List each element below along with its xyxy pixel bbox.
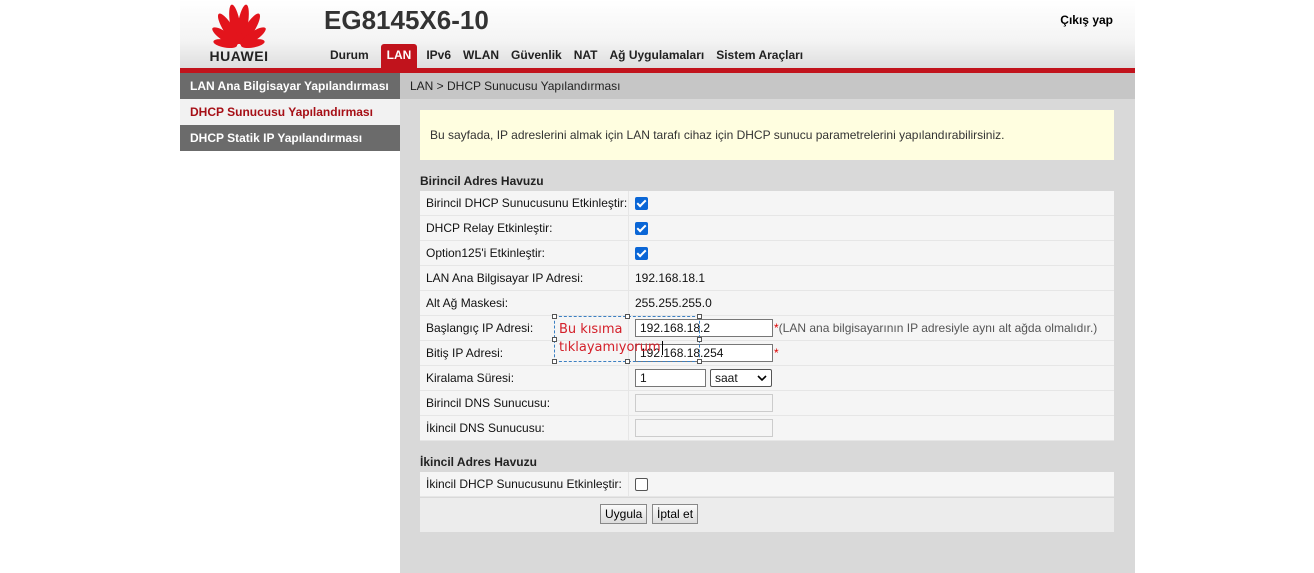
router-page: HUAWEI EG8145X6-10 Çıkış yap Durum LAN I… xyxy=(180,0,1135,573)
secondary-pool-title: İkincil Adres Havuzu xyxy=(420,455,537,469)
tab-ipv6[interactable]: IPv6 xyxy=(420,44,457,68)
relay-enable-label: DHCP Relay Etkinleştir: xyxy=(420,216,629,240)
primary-enable-label: Birincil DHCP Sunucusunu Etkinleştir: xyxy=(420,191,629,215)
resize-handle[interactable] xyxy=(552,314,557,319)
main-content: LAN > DHCP Sunucusu Yapılandırması Bu sa… xyxy=(400,73,1135,573)
tab-nat[interactable]: NAT xyxy=(568,44,604,68)
form-row: Kiralama Süresi: 1 saat xyxy=(420,366,1114,391)
tab-guvenlik[interactable]: Güvenlik xyxy=(505,44,568,68)
host-ip-value: 192.168.18.1 xyxy=(635,271,706,285)
host-ip-label: LAN Ana Bilgisayar IP Adresi: xyxy=(420,266,629,290)
resize-handle[interactable] xyxy=(697,359,702,364)
dns2-label: İkincil DNS Sunucusu: xyxy=(420,416,629,440)
secondary-enable-checkbox[interactable] xyxy=(635,477,648,491)
annotation-line-1: Bu kısıma xyxy=(559,322,623,337)
dns1-input[interactable] xyxy=(635,394,773,412)
sidebar: LAN Ana Bilgisayar Yapılandırması DHCP S… xyxy=(180,73,400,573)
logout-link[interactable]: Çıkış yap xyxy=(1060,13,1113,27)
annotation-textbox: Bu kısıma tıklayamıyorum xyxy=(552,314,702,364)
form-row: Bitiş IP Adresi: 192.168.18.254 * xyxy=(420,341,1114,366)
form-row: LAN Ana Bilgisayar IP Adresi: 192.168.18… xyxy=(420,266,1114,291)
required-star: * xyxy=(774,346,779,360)
option125-checkbox[interactable] xyxy=(635,246,648,260)
header: HUAWEI EG8145X6-10 Çıkış yap Durum LAN I… xyxy=(180,0,1135,68)
form-row: Birincil DHCP Sunucusunu Etkinleştir: xyxy=(420,191,1114,216)
cancel-button[interactable]: İptal et xyxy=(652,504,699,524)
lease-time-label: Kiralama Süresi: xyxy=(420,366,629,390)
start-ip-hint: (LAN ana bilgisayarının IP adresiyle ayn… xyxy=(778,321,1098,335)
lease-unit-value: saat xyxy=(715,371,738,385)
resize-handle[interactable] xyxy=(625,314,630,319)
tab-sistem-araclari[interactable]: Sistem Araçları xyxy=(710,44,809,68)
form-row: Alt Ağ Maskesi: 255.255.255.0 xyxy=(420,291,1114,316)
resize-handle[interactable] xyxy=(625,359,630,364)
form-row: DHCP Relay Etkinleştir: xyxy=(420,216,1114,241)
resize-handle[interactable] xyxy=(552,359,557,364)
huawei-logo: HUAWEI xyxy=(196,2,282,66)
tab-lan[interactable]: LAN xyxy=(380,44,418,68)
primary-pool-form: Birincil DHCP Sunucusunu Etkinleştir: DH… xyxy=(420,191,1114,441)
lease-time-input[interactable]: 1 xyxy=(635,369,706,387)
primary-pool-title: Birincil Adres Havuzu xyxy=(420,174,544,188)
tab-durum[interactable]: Durum xyxy=(324,44,375,68)
resize-handle[interactable] xyxy=(697,337,702,342)
resize-handle[interactable] xyxy=(552,337,557,342)
subnet-mask-value: 255.255.255.0 xyxy=(635,296,712,310)
form-row: İkincil DHCP Sunucusunu Etkinleştir: xyxy=(420,472,1114,497)
dns2-input[interactable] xyxy=(635,419,773,437)
apply-button[interactable]: Uygula xyxy=(600,504,648,524)
sidebar-item-lan-host[interactable]: LAN Ana Bilgisayar Yapılandırması xyxy=(180,73,400,99)
resize-handle[interactable] xyxy=(697,314,702,319)
relay-enable-checkbox[interactable] xyxy=(635,221,648,235)
breadcrumb: LAN > DHCP Sunucusu Yapılandırması xyxy=(400,73,1135,99)
form-row: İkincil DNS Sunucusu: xyxy=(420,416,1114,441)
form-row: Birincil DNS Sunucusu: xyxy=(420,391,1114,416)
tab-ag-uygulamalari[interactable]: Ağ Uygulamaları xyxy=(604,44,711,68)
tab-wlan[interactable]: WLAN xyxy=(457,44,505,68)
sidebar-item-dhcp-static[interactable]: DHCP Statik IP Yapılandırması xyxy=(180,125,400,151)
brand-text: HUAWEI xyxy=(209,48,269,64)
info-box: Bu sayfada, IP adreslerini almak için LA… xyxy=(420,110,1114,160)
main-nav: Durum LAN IPv6 WLAN Güvenlik NAT Ağ Uygu… xyxy=(324,44,809,68)
button-bar: Uygula İptal et xyxy=(420,498,1114,532)
chevron-down-icon xyxy=(757,375,767,381)
form-row: Başlangıç IP Adresi: 192.168.18.2 * (LAN… xyxy=(420,316,1114,341)
lease-unit-select[interactable]: saat xyxy=(710,369,772,387)
device-model: EG8145X6-10 xyxy=(324,5,489,35)
form-row: Option125'i Etkinleştir: xyxy=(420,241,1114,266)
option125-label: Option125'i Etkinleştir: xyxy=(420,241,629,265)
text-cursor xyxy=(661,340,663,355)
dns1-label: Birincil DNS Sunucusu: xyxy=(420,391,629,415)
primary-enable-checkbox[interactable] xyxy=(635,196,648,210)
secondary-enable-label: İkincil DHCP Sunucusunu Etkinleştir: xyxy=(420,472,629,496)
sidebar-item-dhcp-server[interactable]: DHCP Sunucusu Yapılandırması xyxy=(180,99,400,125)
annotation-line-2: tıklayamıyorum xyxy=(559,340,661,355)
subnet-mask-label: Alt Ağ Maskesi: xyxy=(420,291,629,315)
secondary-pool-form: İkincil DHCP Sunucusunu Etkinleştir: xyxy=(420,472,1114,497)
